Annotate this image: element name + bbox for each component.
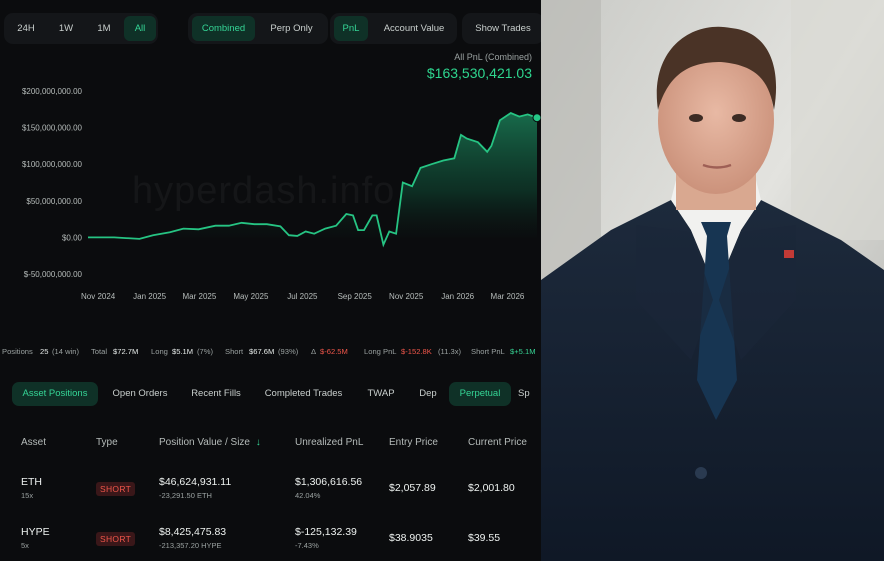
unrealized-pnl: $-125,132.39 xyxy=(295,526,357,538)
y-axis-tick-label: $100,000,000.00 xyxy=(22,160,83,169)
short-pnl-label: Short PnL xyxy=(471,347,505,356)
entry-price: $2,057.89 xyxy=(389,482,436,494)
positions-summary-bar: Positions 25 (14 win) Total $72.7M Long … xyxy=(0,343,541,361)
position-size: -213,357.20 HYPE xyxy=(159,541,222,550)
mode-combined-button[interactable]: Combined xyxy=(192,16,255,41)
column-unrealized-pnl[interactable]: Unrealized PnL xyxy=(295,437,363,448)
position-size: -23,291.50 ETH xyxy=(159,491,212,500)
short-note: (93%) xyxy=(278,347,299,356)
y-axis-tick-label: $150,000,000.00 xyxy=(22,124,83,133)
tab-completed-trades[interactable]: Completed Trades xyxy=(257,382,350,406)
long-pnl-note: (11.3x) xyxy=(438,347,462,356)
y-axis-tick-label: $-50,000,000.00 xyxy=(24,270,83,279)
column-entry-price[interactable]: Entry Price xyxy=(389,437,438,448)
y-axis-tick-label: $50,000,000.00 xyxy=(26,197,82,206)
mode-perp-only-button[interactable]: Perp Only xyxy=(260,16,323,41)
x-axis-tick-label: Nov 2025 xyxy=(389,292,424,301)
long-note: (7%) xyxy=(197,347,214,356)
sort-down-arrow-icon[interactable]: ↓ xyxy=(256,437,261,448)
time-filter-all[interactable]: All xyxy=(124,16,156,41)
jacket-button xyxy=(695,467,707,479)
tab-asset-positions[interactable]: Asset Positions xyxy=(12,382,98,406)
unrealized-pnl: $1,306,616.56 xyxy=(295,476,363,488)
x-axis-tick-label: May 2025 xyxy=(233,292,269,301)
time-filter-24h[interactable]: 24H xyxy=(9,16,43,41)
short-pnl-value: $+5.1M xyxy=(510,347,536,356)
delta-value: $-62.5M xyxy=(320,347,348,356)
x-axis-tick-label: Nov 2024 xyxy=(81,292,116,301)
x-axis-tick-label: Jan 2026 xyxy=(441,292,474,301)
x-axis-tick-label: Jan 2025 xyxy=(133,292,166,301)
asset-leverage: 15x xyxy=(21,491,34,500)
current-price: $39.55 xyxy=(468,532,501,544)
long-value: $5.1M xyxy=(172,347,194,356)
time-filter-1w[interactable]: 1W xyxy=(49,16,83,41)
tab-perpetual[interactable]: Perpetual xyxy=(449,382,511,406)
pnl-label: All PnL (Combined) xyxy=(454,52,532,62)
total-value: $72.7M xyxy=(113,347,139,356)
long-pnl-value: $-152.8K xyxy=(401,347,432,356)
tab-twap[interactable]: TWAP xyxy=(362,382,400,406)
column-current-price[interactable]: Current Price xyxy=(468,437,527,448)
y-axis-tick-label: $0.00 xyxy=(62,233,83,242)
asset-name[interactable]: HYPE xyxy=(21,526,50,538)
short-label: Short xyxy=(225,347,244,356)
pnl-chart: $200,000,000.00 $150,000,000.00 $100,000,0… xyxy=(22,87,541,301)
column-position-value[interactable]: Position Value / Size ↓ xyxy=(159,437,261,448)
x-axis-tick-label: Mar 2026 xyxy=(491,292,525,301)
column-position-value-label: Position Value / Size xyxy=(159,437,250,448)
column-type[interactable]: Type xyxy=(96,437,118,448)
positions-note: (14 win) xyxy=(52,347,80,356)
short-value: $67.6M xyxy=(249,347,275,356)
x-axis-tick-label: Mar 2025 xyxy=(183,292,217,301)
delta-label: Δ xyxy=(311,347,317,356)
positions-label: Positions xyxy=(2,347,33,356)
portrait-photo xyxy=(541,0,884,561)
total-label: Total xyxy=(91,347,108,356)
long-pnl-label: Long PnL xyxy=(364,347,397,356)
x-axis-tick-label: Jul 2025 xyxy=(287,292,318,301)
tab-open-orders[interactable]: Open Orders xyxy=(106,382,174,406)
show-trades-button[interactable]: Show Trades xyxy=(466,16,540,41)
time-filter-1m[interactable]: 1M xyxy=(87,16,121,41)
position-type-badge: SHORT xyxy=(96,482,136,496)
tab-spot[interactable]: Sp xyxy=(518,382,541,406)
asset-name[interactable]: ETH xyxy=(21,476,42,488)
latest-point-marker[interactable] xyxy=(532,113,541,123)
entry-price: $38.9035 xyxy=(389,532,433,544)
asset-leverage: 5x xyxy=(21,541,29,550)
tab-recent-fills[interactable]: Recent Fills xyxy=(184,382,248,406)
pnl-value: $163,530,421.03 xyxy=(426,65,532,81)
tab-deposits[interactable]: Dep xyxy=(412,382,444,406)
unrealized-pnl-percent: 42.04% xyxy=(295,491,321,500)
column-asset[interactable]: Asset xyxy=(21,437,46,448)
flag-pin xyxy=(784,250,794,258)
position-value: $46,624,931.11 xyxy=(159,476,232,488)
pnl-area xyxy=(88,113,537,245)
y-axis-tick-label: $200,000,000.00 xyxy=(22,87,83,96)
unrealized-pnl-percent: -7.43% xyxy=(295,541,319,550)
position-value: $8,425,475.83 xyxy=(159,526,227,538)
long-label: Long xyxy=(151,347,168,356)
metric-account-value-button[interactable]: Account Value xyxy=(375,16,453,41)
x-axis-tick-label: Sep 2025 xyxy=(338,292,373,301)
trading-dashboard-panel: 24H 1W 1M All Combined Perp Only PnL Acc… xyxy=(0,0,541,561)
photo-panel xyxy=(541,0,884,561)
current-price: $2,001.80 xyxy=(468,482,515,494)
metric-pnl-button[interactable]: PnL xyxy=(334,16,368,41)
position-type-badge: SHORT xyxy=(96,532,136,546)
positions-count: 25 xyxy=(40,347,49,356)
